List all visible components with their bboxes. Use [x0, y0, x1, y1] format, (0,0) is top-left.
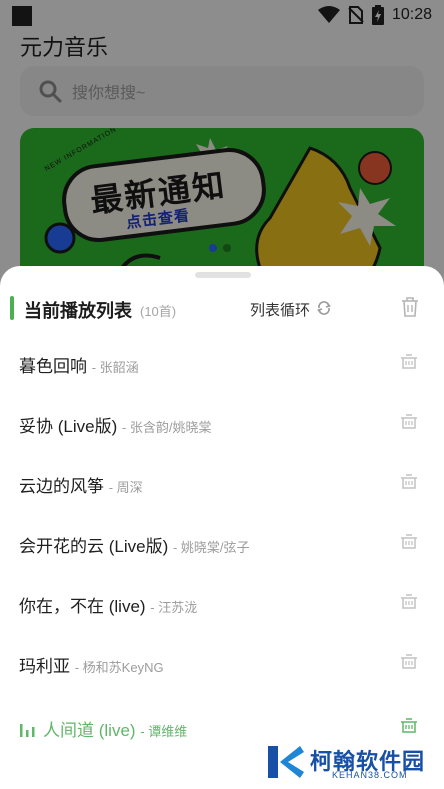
song-row[interactable]: 暮色回响 - 张韶涵	[0, 332, 444, 392]
remove-song-icon[interactable]	[400, 716, 418, 734]
playlist-title: 当前播放列表	[24, 301, 132, 321]
song-artist: - 张韶涵	[91, 360, 139, 375]
loop-icon[interactable]	[315, 299, 333, 317]
play-mode-button[interactable]: 列表循环	[250, 299, 310, 320]
song-artist: - 周深	[108, 480, 143, 495]
song-name: 玛利亚	[19, 657, 70, 676]
song-artist: - 杨和苏KeyNG	[74, 660, 164, 675]
song-name: 会开花的云 (Live版)	[19, 537, 169, 556]
remove-song-icon[interactable]	[400, 472, 418, 490]
remove-song-icon[interactable]	[400, 652, 418, 670]
clear-list-icon[interactable]	[400, 296, 420, 318]
accent-bar	[10, 296, 14, 320]
watermark-sub: KEHAN38.COM	[332, 770, 408, 780]
song-row[interactable]: 妥协 (Live版) - 张含韵/姚晓棠	[0, 392, 444, 452]
song-row[interactable]: 玛利亚 - 杨和苏KeyNG	[0, 632, 444, 692]
song-name: 人间道 (live)	[43, 721, 136, 740]
song-name: 妥协 (Live版)	[19, 417, 118, 436]
watermark: 柯翰软件园 KEHAN38.COM	[266, 738, 436, 786]
song-artist: - 张含韵/姚晓棠	[121, 420, 212, 435]
song-artist: - 谭维维	[140, 724, 188, 739]
playlist-count: (10首)	[140, 304, 177, 319]
song-artist: - 姚晓棠/弦子	[172, 540, 250, 555]
remove-song-icon[interactable]	[400, 592, 418, 610]
now-playing-icon	[20, 724, 35, 737]
remove-song-icon[interactable]	[400, 532, 418, 550]
watermark-logo-icon	[268, 746, 304, 778]
song-name: 暮色回响	[19, 357, 87, 376]
song-row[interactable]: 你在，不在 (live) - 汪苏泷	[0, 572, 444, 632]
song-row[interactable]: 会开花的云 (Live版) - 姚晓棠/弦子	[0, 512, 444, 572]
remove-song-icon[interactable]	[400, 412, 418, 430]
playlist-header: 当前播放列表 (10首) 列表循环	[0, 292, 444, 326]
song-row[interactable]: 云边的风筝 - 周深	[0, 452, 444, 512]
song-artist: - 汪苏泷	[150, 600, 198, 615]
sheet-drag-handle[interactable]	[195, 272, 251, 278]
remove-song-icon[interactable]	[400, 352, 418, 370]
playlist-sheet: 当前播放列表 (10首) 列表循环 暮色回响 - 张韶涵 妥协 (Live版) …	[0, 266, 444, 789]
song-name: 你在，不在 (live)	[19, 597, 146, 616]
song-name: 云边的风筝	[19, 477, 104, 496]
